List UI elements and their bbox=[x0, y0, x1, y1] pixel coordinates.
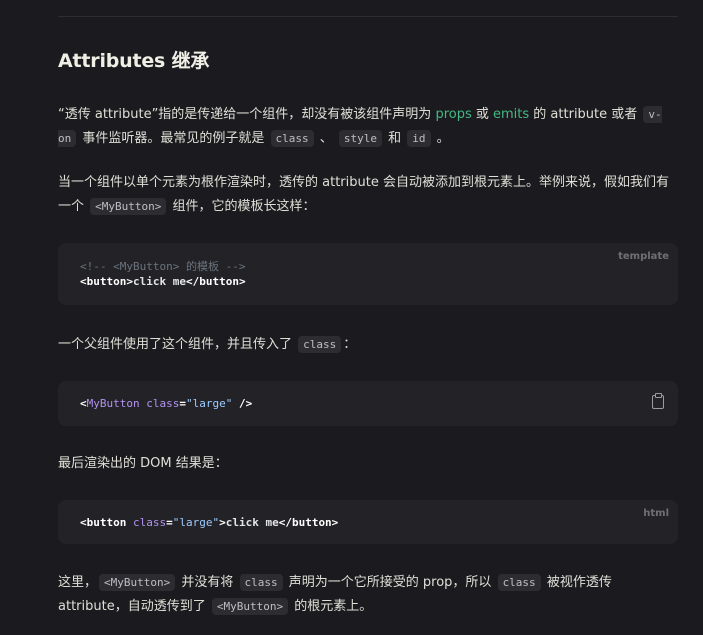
code-comment: <!-- <MyButton> 的模板 --> bbox=[80, 260, 246, 273]
code-tag-close: </button> bbox=[278, 516, 339, 529]
code-eq: = bbox=[166, 516, 173, 529]
copy-icon[interactable] bbox=[652, 393, 664, 409]
code-eq: = bbox=[179, 397, 186, 410]
code-string: "large" bbox=[185, 397, 233, 410]
code-string: "large" bbox=[172, 516, 220, 529]
inline-code-id: id bbox=[407, 130, 431, 147]
code-tag-close: </button> bbox=[185, 275, 246, 288]
inline-code-mybutton: <MyButton> bbox=[99, 574, 176, 591]
code-gt: > bbox=[219, 516, 226, 529]
text: 事件监听器。最常见的例子就是 bbox=[78, 131, 269, 146]
text: 声明为一个它所接受的 prop，所以 bbox=[284, 575, 496, 590]
text: 和 bbox=[384, 131, 406, 146]
code-content: <MyButton class="large" /> bbox=[80, 396, 252, 411]
code-language-label: template bbox=[618, 251, 669, 262]
code-attr: class bbox=[146, 397, 180, 410]
text: 或 bbox=[471, 107, 494, 122]
code-tag-open: <button> bbox=[80, 275, 133, 288]
inline-code-class: class bbox=[239, 574, 283, 591]
text: “透传 attribute”指的是传递给一个组件，却没有被该组件声明为 bbox=[58, 107, 436, 122]
paragraph-root-element: 当一个组件以单个元素为根作渲染时，透传的 attribute 会自动被添加到根元… bbox=[58, 171, 680, 219]
code-block-html: html <button class="large">click me</but… bbox=[58, 500, 678, 544]
code-bracket: < bbox=[80, 397, 87, 410]
text: 组件，它的模板长这样： bbox=[168, 199, 316, 214]
code-content: <!-- <MyButton> 的模板 --> <button>click me… bbox=[80, 259, 246, 289]
text: 的根元素上。 bbox=[290, 599, 373, 614]
inline-code-class: class bbox=[497, 574, 541, 591]
text: 。 bbox=[432, 131, 450, 146]
code-block-template: template <!-- <MyButton> 的模板 --> <button… bbox=[58, 243, 678, 305]
code-component: MyButton bbox=[86, 397, 140, 410]
text: ： bbox=[343, 337, 357, 352]
inline-code-class: class bbox=[298, 336, 342, 353]
text: 一个父组件使用了这个组件，并且传入了 bbox=[58, 337, 297, 352]
paragraph-parent-usage: 一个父组件使用了这个组件，并且传入了 class： bbox=[58, 333, 680, 357]
section-divider bbox=[58, 16, 678, 17]
inline-code-mybutton: <MyButton> bbox=[90, 198, 167, 215]
text: 这里， bbox=[58, 575, 98, 590]
text: 的 attribute 或者 bbox=[529, 107, 642, 122]
section-heading: Attributes 继承 bbox=[58, 50, 210, 72]
code-content: <button class="large">click me</button> bbox=[80, 515, 338, 530]
code-language-label: html bbox=[643, 508, 669, 519]
props-link[interactable]: props bbox=[435, 107, 471, 122]
text: 、 bbox=[315, 131, 337, 146]
paragraph-render-result: 最后渲染出的 DOM 结果是： bbox=[58, 456, 228, 471]
code-text: click me bbox=[225, 516, 279, 529]
inline-code-class: class bbox=[270, 130, 314, 147]
text: 并没有将 bbox=[177, 575, 238, 590]
paragraph-explanation: 这里， <MyButton> 并没有将 class 声明为一个它所接受的 prop… bbox=[58, 571, 680, 619]
code-selfclose: /> bbox=[232, 397, 253, 410]
code-attr: class bbox=[132, 516, 167, 529]
inline-code-mybutton: <MyButton> bbox=[211, 598, 289, 615]
code-tag-open: <button bbox=[80, 516, 133, 529]
emits-link[interactable]: emits bbox=[493, 107, 529, 122]
doc-page: Attributes 继承 “透传 attribute”指的是传递给一个组件，却… bbox=[0, 0, 703, 635]
paragraph-intro: “透传 attribute”指的是传递给一个组件，却没有被该组件声明为 prop… bbox=[58, 103, 680, 151]
code-text: click me bbox=[132, 275, 186, 288]
inline-code-style: style bbox=[338, 130, 383, 147]
code-block-usage: <MyButton class="large" /> bbox=[58, 381, 678, 426]
